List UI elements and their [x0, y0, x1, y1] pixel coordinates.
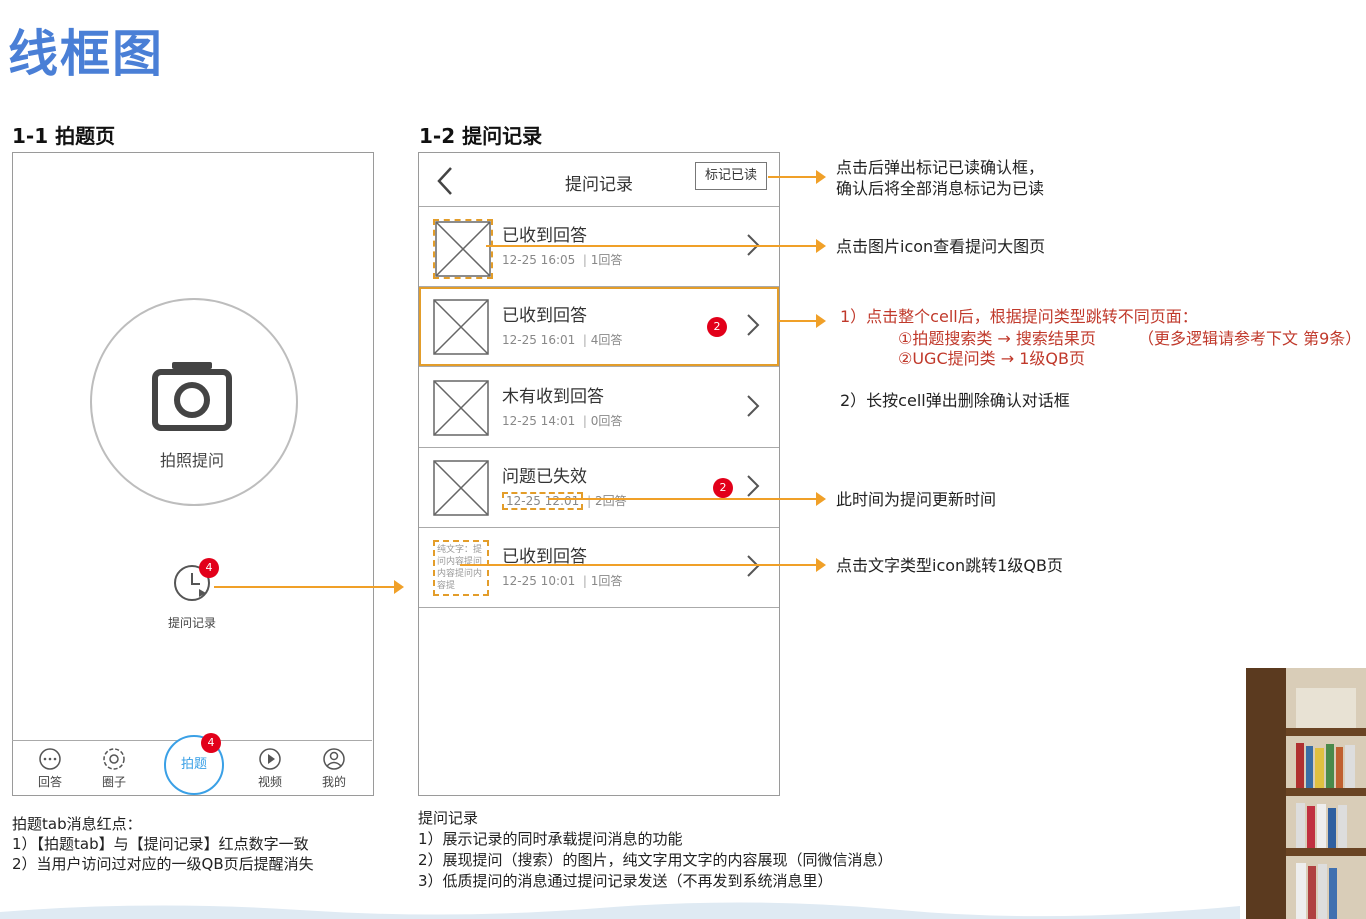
- mark-read-button[interactable]: 标记已读: [695, 162, 767, 190]
- right-note-1: 1）展示记录的同时承载提问消息的功能: [418, 830, 683, 848]
- right-section-title: 1-2 提问记录: [419, 124, 543, 148]
- arrow-head-icon: [816, 314, 826, 328]
- list-item[interactable]: 已收到回答 12-25 16:01 | 4回答 2: [419, 287, 779, 367]
- tab-mine[interactable]: 我的: [298, 741, 370, 795]
- nav-bar: 提问记录 标记已读: [419, 154, 779, 207]
- annotation-cell-2: ①拍题搜索类 → 搜索结果页: [898, 329, 1096, 348]
- tab-photo-badge: 4: [201, 733, 221, 753]
- annotation-cell-1: 1）点击整个cell后，根据提问类型跳转不同页面：: [840, 307, 1198, 326]
- time-line: [548, 498, 818, 500]
- history-arrow-line: [214, 586, 396, 588]
- cell-line: [779, 320, 818, 322]
- annotation-image-icon: 点击图片icon查看提问大图页: [836, 237, 1046, 256]
- page-title: 线框图: [8, 25, 164, 83]
- image-thumb-icon[interactable]: [433, 380, 489, 436]
- image-thumb-icon[interactable]: [433, 219, 493, 279]
- aperture-icon: [103, 748, 125, 770]
- image-icon-line: [486, 245, 818, 247]
- right-note-3: 3）低质提问的消息通过提问记录发送（不再发到系统消息里）: [418, 872, 833, 890]
- left-section-title: 1-1 拍题页: [12, 124, 116, 148]
- arrow-head-icon: [816, 170, 826, 184]
- history-badge: 4: [199, 558, 219, 578]
- text-icon-line: [460, 564, 818, 566]
- row-badge: 2: [713, 478, 733, 498]
- tab-answer-label: 回答: [37, 775, 62, 789]
- list-item[interactable]: 纯文字：提问内容提问内容提问内容提 已收到回答 12-25 10:01 | 1回…: [419, 528, 779, 608]
- row-answers: 4回答: [590, 333, 623, 347]
- text-thumb-icon[interactable]: 纯文字：提问内容提问内容提问内容提: [433, 540, 489, 596]
- tab-circle-label: 圈子: [101, 775, 126, 789]
- arrow-head-icon: [816, 239, 826, 253]
- row-time: 12-25 14:01: [502, 414, 576, 428]
- play-icon: [259, 748, 281, 770]
- annotation-time: 此时间为提问更新时间: [836, 490, 997, 509]
- camera-icon: [152, 362, 232, 431]
- left-note-1: 1）【拍题tab】与【提问记录】红点数字一致: [12, 835, 309, 853]
- tab-circle[interactable]: 圈子: [78, 741, 150, 795]
- annotation-cell-3: ②UGC提问类 → 1级QB页: [898, 349, 1085, 368]
- row-answers: 2回答: [594, 494, 627, 508]
- left-note-2: 2）当用户访问过对应的一级QB页后提醒消失: [12, 855, 314, 873]
- row-answers: 1回答: [590, 253, 623, 267]
- list-item[interactable]: 问题已失效 12-25 12:01 | 2回答 2: [419, 448, 779, 528]
- row-time: 12-25 10:01: [502, 574, 576, 588]
- row-meta: 12-25 10:01 | 1回答: [502, 574, 623, 588]
- chevron-right-icon: [747, 314, 760, 336]
- list-item[interactable]: 已收到回答 12-25 16:05 | 1回答: [419, 207, 779, 287]
- arrow-head-icon: [394, 580, 404, 594]
- row-title: 已收到回答: [502, 226, 587, 246]
- row-meta: 12-25 14:01 | 0回答: [502, 414, 623, 428]
- tab-mine-label: 我的: [321, 775, 346, 789]
- annotation-long-press: 2）长按cell弹出删除确认对话框: [840, 391, 1070, 410]
- row-badge: 2: [707, 317, 727, 337]
- history-label: 提问记录: [167, 616, 216, 630]
- row-answers: 0回答: [590, 414, 623, 428]
- annotation-mark-read-2: 确认后将全部消息标记为已读: [836, 179, 1045, 198]
- arrow-head-icon: [816, 492, 826, 506]
- chevron-right-icon: [747, 555, 760, 577]
- row-time: 12-25 16:05: [502, 253, 576, 267]
- row-meta: 12-25 12:01 | 2回答: [502, 492, 627, 510]
- annotation-cell-2b: （更多逻辑请参考下文 第9条）: [1138, 329, 1362, 348]
- row-title: 已收到回答: [502, 306, 587, 326]
- chevron-right-icon: [747, 395, 760, 417]
- right-note-2: 2）展现提问（搜索）的图片，纯文字用文字的内容展现（同微信消息）: [418, 851, 893, 869]
- tab-answer[interactable]: 回答: [14, 741, 86, 795]
- right-note-0: 提问记录: [418, 809, 479, 827]
- webcam-overlay: [1246, 668, 1366, 919]
- mark-read-line: [768, 176, 818, 178]
- image-thumb-icon[interactable]: [433, 299, 489, 355]
- user-icon: [323, 748, 345, 770]
- annotation-text-icon: 点击文字类型icon跳转1级QB页: [836, 556, 1063, 575]
- row-time: 12-25 16:01: [502, 333, 576, 347]
- row-time: 12-25 12:01: [502, 492, 584, 510]
- decorative-wave: [0, 902, 1240, 919]
- tab-video[interactable]: 视频: [234, 741, 306, 795]
- image-thumb-icon[interactable]: [433, 460, 489, 516]
- row-meta: 12-25 16:05 | 1回答: [502, 253, 623, 267]
- annotation-mark-read-1: 点击后弹出标记已读确认框，: [836, 158, 1045, 177]
- camera-label: 拍照提问: [159, 451, 224, 470]
- row-meta: 12-25 16:01 | 4回答: [502, 333, 623, 347]
- chat-icon: [39, 748, 61, 770]
- list-item[interactable]: 木有收到回答 12-25 14:01 | 0回答: [419, 368, 779, 448]
- tab-video-label: 视频: [257, 775, 282, 789]
- row-title: 木有收到回答: [502, 387, 604, 407]
- row-title: 问题已失效: [502, 467, 587, 487]
- arrow-head-icon: [816, 558, 826, 572]
- row-answers: 1回答: [590, 574, 623, 588]
- left-note-0: 拍题tab消息红点：: [12, 815, 142, 833]
